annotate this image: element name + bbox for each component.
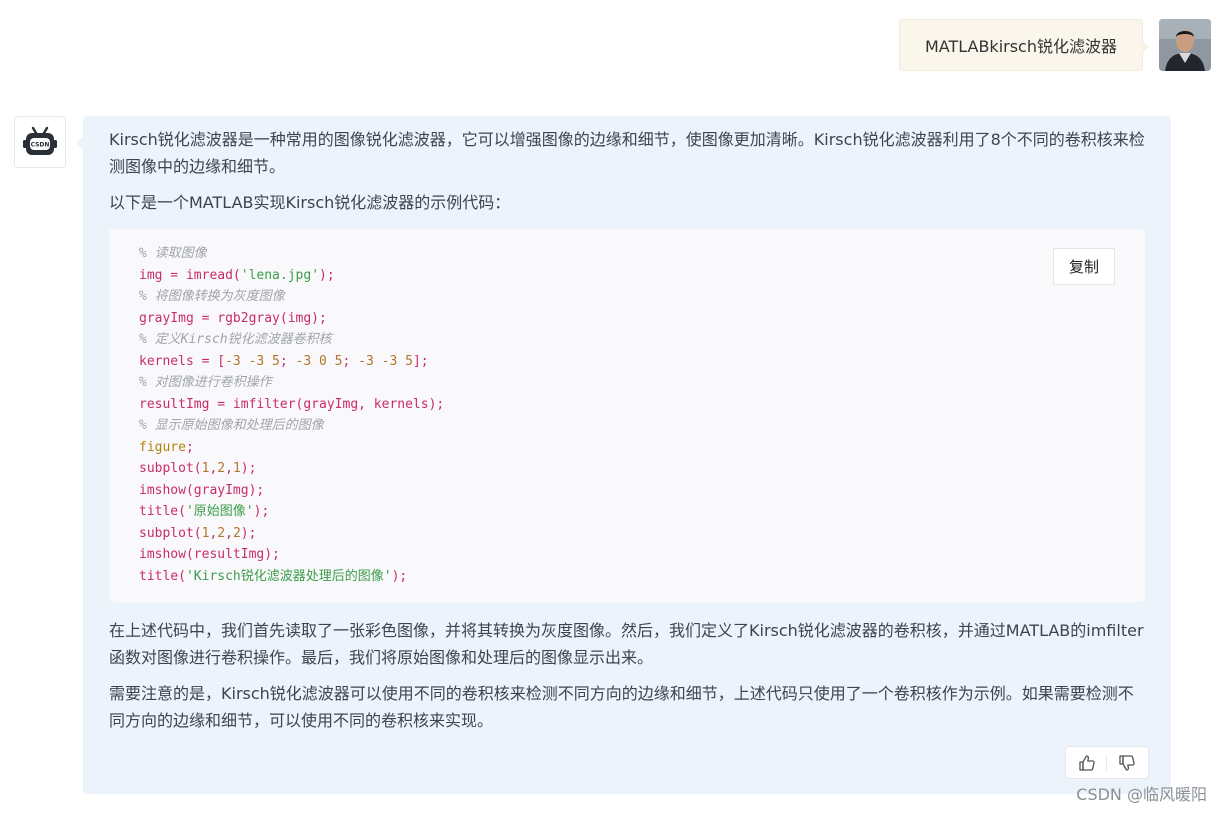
code-token: subplot( xyxy=(139,461,202,476)
code-token: '原始图像' xyxy=(185,504,254,519)
code-token: , xyxy=(225,461,233,476)
code-token: 'Kirsch锐化滤波器处理后的图像' xyxy=(185,568,392,584)
bot-avatar: CSDN xyxy=(14,116,66,168)
user-message-row: MATLABkirsch锐化滤波器 xyxy=(898,19,1211,71)
code-token: figure xyxy=(139,439,186,455)
code-token: ); xyxy=(391,568,408,584)
code-token: % 显示原始图像和处理后的图像 xyxy=(139,418,324,433)
copy-button[interactable]: 复制 xyxy=(1053,248,1115,285)
code-token: subplot( xyxy=(139,525,202,541)
code-token: imshow(resultImg); xyxy=(139,547,280,562)
csdn-robot-icon: CSDN xyxy=(23,126,57,155)
code-token: 2 xyxy=(232,525,241,541)
code-token: imshow(grayImg); xyxy=(139,482,265,498)
code-token: 'lena.jpg' xyxy=(240,267,320,283)
bot-message-bubble: Kirsch锐化滤波器是一种常用的图像锐化滤波器，它可以增强图像的边缘和细节，使… xyxy=(76,116,1171,794)
code-line: subplot(1,2,1); xyxy=(139,458,1145,480)
watermark: CSDN @临风暖阳 xyxy=(1076,785,1207,804)
code-token: -3 -3 5 xyxy=(358,353,413,369)
code-token: ; xyxy=(279,353,296,369)
code-token: ); xyxy=(319,267,335,283)
code-line: % 读取图像 xyxy=(139,243,1145,265)
code-line: title('Kirsch锐化滤波器处理后的图像'); xyxy=(139,566,1145,588)
feedback-separator xyxy=(1106,754,1108,771)
code-token: ; xyxy=(185,439,194,455)
code-line: % 将图像转换为灰度图像 xyxy=(139,286,1145,308)
bot-note-paragraph: 需要注意的是，Kirsch锐化滤波器可以使用不同的卷积核来检测不同方向的边缘和细… xyxy=(109,684,1134,730)
bot-code-intro: 以下是一个MATLAB实现Kirsch锐化滤波器的示例代码： xyxy=(109,193,511,212)
code-token: title( xyxy=(139,504,186,519)
bot-logo-text: CSDN xyxy=(31,142,50,149)
code-token: -3 0 5 xyxy=(295,353,343,369)
code-token: title( xyxy=(139,568,186,584)
code-line: kernels = [-3 -3 5; -3 0 5; -3 -3 5]; xyxy=(139,351,1145,373)
code-token: 2 xyxy=(217,461,226,476)
code-token: ); xyxy=(253,504,270,519)
code-line: imshow(resultImg); xyxy=(139,544,1145,566)
code-token: % 对图像进行卷积操作 xyxy=(139,375,272,390)
user-avatar-image xyxy=(1159,19,1211,71)
code-lines: % 读取图像 img = imread('lena.jpg'); % 将图像转换为灰… xyxy=(139,243,1145,587)
code-token: -3 -3 5 xyxy=(225,353,280,369)
code-token: , xyxy=(225,525,233,541)
code-token: ]; xyxy=(412,353,429,369)
code-token: % 读取图像 xyxy=(139,246,207,261)
code-token: 2 xyxy=(217,525,226,541)
code-token: 1 xyxy=(232,461,241,476)
code-token: ); xyxy=(240,461,257,476)
thumbs-up-button[interactable] xyxy=(1076,752,1098,774)
thumbs-down-button[interactable] xyxy=(1116,752,1138,774)
code-token: % 将图像转换为灰度图像 xyxy=(139,289,285,304)
code-token: kernels = [ xyxy=(139,353,226,369)
user-message-bubble: MATLABkirsch锐化滤波器 xyxy=(898,19,1150,71)
code-line: % 定义Kirsch锐化滤波器卷积核 xyxy=(139,329,1145,351)
code-line: img = imread('lena.jpg'); xyxy=(139,265,1145,287)
code-token: % 定义Kirsch锐化滤波器卷积核 xyxy=(139,332,332,347)
code-line: imshow(grayImg); xyxy=(139,480,1145,502)
code-block[interactable]: % 读取图像 img = imread('lena.jpg'); % 将图像转换为灰… xyxy=(109,229,1145,602)
code-line: % 对图像进行卷积操作 xyxy=(139,372,1145,394)
code-token: ); xyxy=(240,525,257,541)
code-token: ; xyxy=(342,353,359,369)
thumbs-down-icon xyxy=(1119,754,1135,771)
code-line: grayImg = rgb2gray(img); xyxy=(139,308,1145,330)
bot-explanation-paragraph: 在上述代码中，我们首先读取了一张彩色图像，并将其转换为灰度图像。然后，我们定义了… xyxy=(109,621,1144,667)
bot-intro-paragraph: Kirsch锐化滤波器是一种常用的图像锐化滤波器，它可以增强图像的边缘和细节，使… xyxy=(109,130,1145,176)
code-token: resultImg = imfilter(grayImg, kernels); xyxy=(139,396,445,412)
code-token: grayImg = rgb2gray(img); xyxy=(139,310,327,326)
code-line: % 显示原始图像和处理后的图像 xyxy=(139,415,1145,437)
code-token: img = imread( xyxy=(139,267,241,283)
code-line: title('原始图像'); xyxy=(139,501,1145,523)
user-avatar[interactable] xyxy=(1159,19,1211,71)
code-line: resultImg = imfilter(grayImg, kernels); xyxy=(139,394,1145,416)
user-message-text: MATLABkirsch锐化滤波器 xyxy=(924,37,1117,56)
thumbs-up-icon xyxy=(1079,754,1095,771)
feedback-bar xyxy=(1065,746,1149,779)
code-line: figure; xyxy=(139,437,1145,459)
code-line: subplot(1,2,2); xyxy=(139,523,1145,545)
